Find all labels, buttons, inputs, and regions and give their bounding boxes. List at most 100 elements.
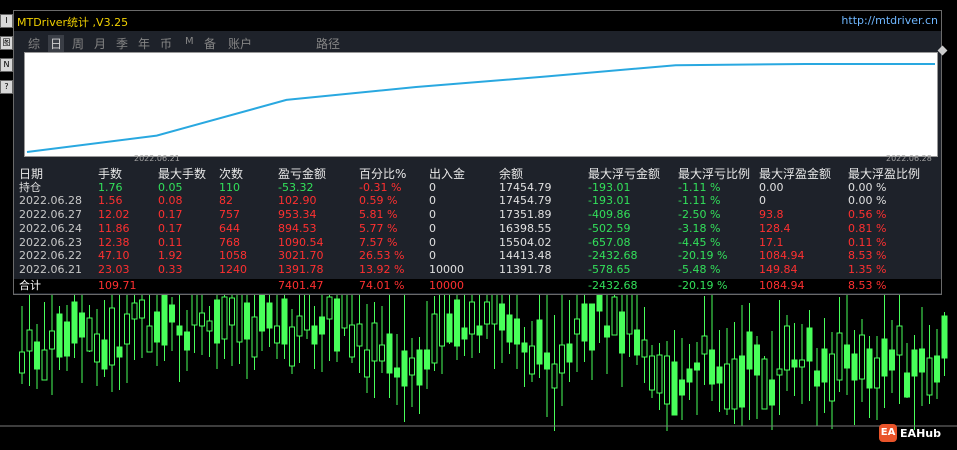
candle-body — [94, 333, 100, 363]
candle-body — [664, 355, 670, 405]
column-header: 次数 — [219, 167, 244, 181]
table-cell-max-fp-amt: 1084.94 — [759, 249, 805, 263]
candle-body — [934, 355, 940, 383]
table-cell-max-lots: 0.11 — [158, 235, 183, 249]
table-cell-max-lots: 1.92 — [158, 249, 183, 263]
candle-body — [881, 338, 888, 377]
candle-body — [469, 301, 475, 335]
tab-summary[interactable]: 综 — [28, 35, 40, 52]
candle-body — [544, 352, 550, 370]
candle-body — [19, 351, 25, 374]
side-button-3[interactable]: N — [0, 58, 13, 72]
candle-body — [229, 297, 235, 326]
table-cell-count: 644 — [219, 221, 240, 235]
table-cell-lots: 1.56 — [98, 194, 123, 208]
side-button-4[interactable]: ? — [0, 80, 13, 94]
panel-title-bar[interactable]: MTDriver统计 ,V3.25 http://mtdriver.cn — [14, 11, 941, 31]
tab-currency[interactable]: 币 — [160, 35, 172, 52]
total-cell-deposit: 10000 — [429, 278, 464, 292]
table-cell-pnl: 894.53 — [278, 221, 317, 235]
candle-body — [769, 379, 775, 406]
tab-m[interactable]: M — [185, 36, 194, 47]
tab-path[interactable]: 路径 — [316, 35, 340, 52]
table-row[interactable]: 2022.06.27 12.02 0.17 757 953.34 5.81 % 0 17351… — [14, 209, 941, 221]
table-cell-count: 110 — [219, 180, 240, 194]
table-cell-pct: 13.92 % — [359, 262, 405, 276]
side-button-1[interactable]: I — [0, 14, 13, 28]
candle-body — [296, 315, 303, 337]
candle-body — [199, 312, 205, 327]
table-cell-deposit: 0 — [429, 221, 436, 235]
website-link[interactable]: http://mtdriver.cn — [841, 14, 938, 27]
tab-note[interactable]: 备 — [204, 35, 216, 52]
tab-week[interactable]: 周 — [72, 35, 84, 52]
candle-body — [499, 303, 505, 331]
table-cell-pct: 7.57 % — [359, 235, 398, 249]
candle-body — [649, 355, 655, 391]
candle-body — [364, 349, 370, 378]
candle-body — [559, 344, 565, 374]
table-cell-count: 757 — [219, 208, 240, 222]
candle-body — [679, 379, 685, 396]
candle-body — [514, 318, 520, 345]
table-cell-date: 持仓 — [19, 180, 41, 194]
candle-body — [761, 358, 768, 410]
candle-body — [844, 344, 850, 369]
column-header: 最大浮盈金额 — [759, 167, 832, 181]
table-row[interactable]: 持仓 1.76 0.05 110 -53.32 -0.31 % 0 17454.79 -193.… — [14, 180, 941, 194]
table-cell-max-fp-amt: 0 — [759, 194, 766, 208]
candle-body — [836, 332, 843, 381]
candle-body — [619, 311, 625, 354]
candle-body — [604, 325, 610, 338]
tab-account[interactable]: 账户 — [228, 35, 252, 52]
candle-body — [274, 325, 280, 344]
table-cell-max-dd-amt: -193.01 — [588, 180, 631, 194]
candle-body — [476, 325, 483, 336]
eahub-logo-icon: EA — [879, 424, 898, 442]
table-cell-max-lots: 0.05 — [158, 180, 183, 194]
candle-body — [716, 366, 723, 384]
table-cell-deposit: 0 — [429, 194, 436, 208]
table-cell-max-fp-pct: 8.53 % — [848, 249, 887, 263]
candle-body — [289, 326, 295, 367]
candle-body — [356, 323, 363, 347]
table-cell-max-fp-pct: 0.00 % — [848, 194, 887, 208]
candle-body — [536, 319, 543, 365]
total-cell-max-dd-amt: -2432.68 — [588, 278, 638, 292]
tab-day[interactable]: 日 — [48, 35, 65, 52]
candle-body — [866, 348, 873, 389]
candle-body — [146, 325, 153, 353]
tab-quarter[interactable]: 季 — [116, 35, 128, 52]
candle-body — [326, 296, 333, 320]
candle-body — [671, 361, 678, 416]
tab-month[interactable]: 月 — [94, 35, 106, 52]
table-cell-max-dd-amt: -502.59 — [588, 221, 631, 235]
table-cell-pct: 26.53 % — [359, 249, 405, 263]
equity-x-start-label: 2022.06.21 — [134, 154, 180, 163]
candle-body — [574, 318, 580, 335]
table-cell-pnl: 102.90 — [278, 194, 317, 208]
candle-body — [656, 354, 663, 394]
table-cell-balance: 11391.78 — [499, 262, 552, 276]
table-cell-deposit: 0 — [429, 180, 436, 194]
table-row[interactable]: 2022.06.23 12.38 0.11 768 1090.54 7.57 % 0 1550… — [14, 235, 941, 249]
candle-body — [446, 313, 453, 343]
table-row[interactable]: 2022.06.22 47.10 1.92 1058 3021.70 26.53 % 0 14… — [14, 250, 941, 262]
table-cell-max-dd-amt: -409.86 — [588, 208, 631, 222]
candle-body — [611, 296, 618, 336]
candle-body — [739, 355, 745, 408]
table-row[interactable]: 2022.06.24 11.86 0.17 644 894.53 5.77 % 0 16398… — [14, 221, 941, 235]
candle-body — [529, 345, 535, 375]
equity-curve-chart — [24, 52, 938, 157]
column-header: 盈亏金额 — [278, 167, 327, 181]
table-cell-max-fp-pct: 0.56 % — [848, 208, 887, 222]
table-cell-date: 2022.06.28 — [19, 194, 82, 208]
side-button-2[interactable]: 图 — [0, 36, 13, 50]
tab-year[interactable]: 年 — [138, 35, 150, 52]
table-cell-count: 82 — [219, 194, 233, 208]
table-row[interactable]: 2022.06.21 23.03 0.33 1240 1391.78 13.92 % 100… — [14, 262, 941, 276]
table-row[interactable]: 2022.06.28 1.56 0.08 82 102.90 0.59 % 0 17454.7… — [14, 195, 941, 207]
table-cell-deposit: 0 — [429, 249, 436, 263]
column-header: 百分比% — [359, 167, 407, 181]
table-cell-deposit: 0 — [429, 235, 436, 249]
